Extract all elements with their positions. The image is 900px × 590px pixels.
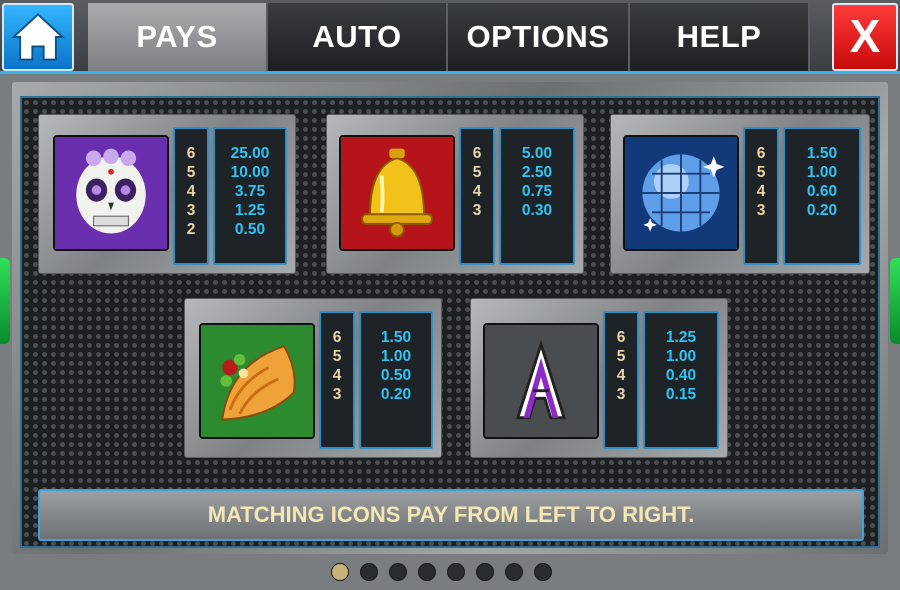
pay-value: 1.00 (380, 348, 412, 365)
home-button[interactable] (2, 3, 74, 71)
pay-column: 25.00 10.00 3.75 1.25 0.50 (213, 127, 287, 265)
page-dot[interactable] (360, 563, 378, 581)
count-value: 2 (186, 221, 196, 238)
next-page-arrow[interactable] (890, 258, 900, 344)
count-value: 3 (472, 202, 482, 219)
page-dot[interactable] (389, 563, 407, 581)
count-value: 6 (756, 145, 766, 162)
skull-symbol-icon (53, 135, 169, 251)
top-nav-bar: PAYS AUTO OPTIONS HELP X (0, 0, 900, 74)
count-value: 4 (186, 183, 196, 200)
pay-value: 0.50 (380, 367, 412, 384)
count-column: 6 5 4 3 (603, 311, 639, 449)
count-value: 5 (616, 348, 626, 365)
paytable-card-letter-a: 6 5 4 3 1.25 1.00 0.40 0.15 (470, 298, 728, 458)
pay-column: 1.50 1.00 0.50 0.20 (359, 311, 433, 449)
paytable-card-disco-ball: 6 5 4 3 1.50 1.00 0.60 0.20 (610, 114, 870, 274)
tab-options[interactable]: OPTIONS (448, 3, 630, 71)
count-value: 6 (616, 329, 626, 346)
pay-value: 0.60 (806, 183, 838, 200)
count-value: 4 (756, 183, 766, 200)
rule-note: MATCHING ICONS PAY FROM LEFT TO RIGHT. (38, 489, 864, 541)
pay-value: 0.40 (665, 367, 697, 384)
paytable-card-taco: 6 5 4 3 1.50 1.00 0.50 0.20 (184, 298, 442, 458)
page-dot[interactable] (447, 563, 465, 581)
tab-pays[interactable]: PAYS (88, 3, 268, 71)
pay-value: 1.25 (234, 202, 266, 219)
count-value: 3 (756, 202, 766, 219)
prev-page-arrow[interactable] (0, 258, 10, 344)
count-value: 3 (616, 386, 626, 403)
pay-value: 10.00 (230, 164, 270, 181)
letter-a-symbol-icon (483, 323, 599, 439)
count-value: 5 (186, 164, 196, 181)
pay-column: 1.50 1.00 0.60 0.20 (783, 127, 861, 265)
page-dot[interactable] (418, 563, 436, 581)
pay-value: 0.30 (521, 202, 553, 219)
pay-value: 0.50 (234, 221, 266, 238)
count-value: 3 (186, 202, 196, 219)
pay-value: 5.00 (521, 145, 553, 162)
tab-help[interactable]: HELP (630, 3, 810, 71)
pay-column: 5.00 2.50 0.75 0.30 (499, 127, 575, 265)
count-column: 6 5 4 3 (459, 127, 495, 265)
count-column: 6 5 4 3 (319, 311, 355, 449)
count-value: 6 (186, 145, 196, 162)
pay-value: 0.20 (380, 386, 412, 403)
paytable-card-skull: 6 5 4 3 2 25.00 10.00 3.75 1.25 0.50 (38, 114, 296, 274)
pay-value: 1.25 (665, 329, 697, 346)
tab-auto[interactable]: AUTO (268, 3, 448, 71)
count-value: 5 (332, 348, 342, 365)
close-button[interactable]: X (832, 3, 898, 71)
pay-value: 3.75 (234, 183, 266, 200)
page-dot[interactable] (331, 563, 349, 581)
pay-value: 1.00 (806, 164, 838, 181)
pay-value: 1.50 (380, 329, 412, 346)
count-value: 4 (332, 367, 342, 384)
count-value: 6 (332, 329, 342, 346)
count-value: 6 (472, 145, 482, 162)
taco-symbol-icon (199, 323, 315, 439)
page-dot[interactable] (534, 563, 552, 581)
count-value: 4 (472, 183, 482, 200)
pay-column: 1.25 1.00 0.40 0.15 (643, 311, 719, 449)
disco-ball-symbol-icon (623, 135, 739, 251)
home-icon (11, 13, 65, 61)
pay-value: 1.50 (806, 145, 838, 162)
page-dot[interactable] (505, 563, 523, 581)
pay-value: 0.20 (806, 202, 838, 219)
pay-value: 0.15 (665, 386, 697, 403)
page-dot[interactable] (476, 563, 494, 581)
bell-symbol-icon (339, 135, 455, 251)
pay-value: 2.50 (521, 164, 553, 181)
paytable-card-bell: 6 5 4 3 5.00 2.50 0.75 0.30 (326, 114, 584, 274)
count-value: 4 (616, 367, 626, 384)
count-column: 6 5 4 3 2 (173, 127, 209, 265)
count-column: 6 5 4 3 (743, 127, 779, 265)
pay-value: 1.00 (665, 348, 697, 365)
pay-value: 0.75 (521, 183, 553, 200)
count-value: 5 (472, 164, 482, 181)
pay-value: 25.00 (230, 145, 270, 162)
count-value: 5 (756, 164, 766, 181)
count-value: 3 (332, 386, 342, 403)
